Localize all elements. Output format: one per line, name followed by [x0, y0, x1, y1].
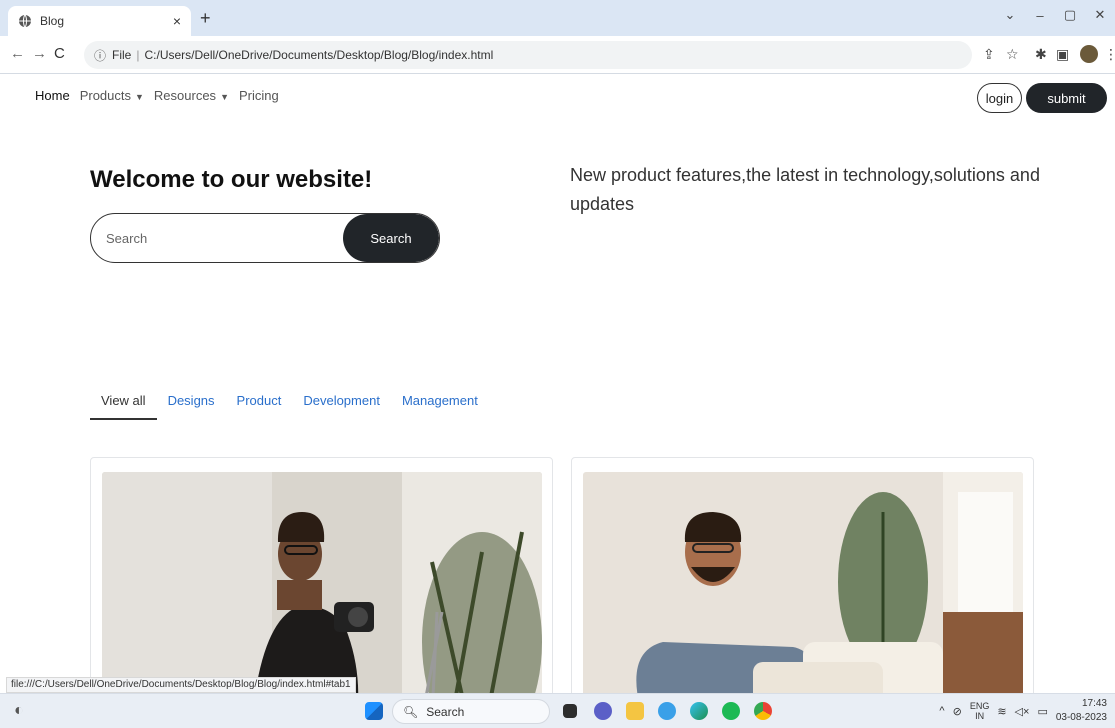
hero-title: Welcome to our website! [90, 166, 373, 193]
clock-date: 03-08-2023 [1055, 712, 1107, 723]
search-button[interactable]: Search [343, 214, 439, 262]
chrome-browser-icon[interactable] [754, 702, 772, 720]
clock[interactable]: 17:43 03-08-2023 [1056, 697, 1107, 725]
tab-view-all[interactable]: View all [90, 391, 157, 420]
chevron-up-icon[interactable]: ^ [939, 705, 944, 717]
taskbar-search[interactable]: 🔍︎ Search [392, 699, 550, 724]
blog-card[interactable] [571, 457, 1034, 693]
task-view-icon[interactable] [563, 704, 577, 718]
window-controls: ⌄ – ▢ ✕ [995, 0, 1115, 30]
lang-code: ENG [969, 701, 990, 711]
nav-products-dropdown[interactable]: Products ▼ [80, 88, 144, 103]
site-nav: Home Products ▼ Resources ▼ Pricing [35, 88, 279, 103]
edge-browser-icon[interactable] [690, 702, 708, 720]
lang-region: IN [975, 711, 985, 721]
hero-tagline: New product features,the latest in techn… [570, 165, 1040, 214]
file-explorer-icon[interactable] [626, 702, 644, 720]
bookmark-star-icon[interactable]: ☆ [1006, 46, 1019, 63]
caret-down-icon: ▼ [220, 92, 229, 102]
windows-taskbar: ◐ 🔍︎ Search ^ ⊘ ENG IN ≋ ◁× ▭ 17:43 03-0… [0, 693, 1115, 728]
globe-icon [19, 14, 31, 28]
share-icon[interactable]: ⇪ [983, 46, 995, 63]
address-separator: | [136, 48, 140, 62]
back-arrow-icon[interactable]: ← [10, 45, 25, 62]
close-window-button[interactable]: ✕ [1085, 7, 1115, 23]
info-icon[interactable]: ⓘ [94, 47, 106, 64]
system-tray: ^ ⊘ ENG IN ≋ ◁× ▭ 17:43 03-08-2023 [939, 697, 1107, 725]
nav-pricing-link[interactable]: Pricing [239, 88, 279, 103]
tab-development[interactable]: Development [292, 391, 391, 420]
caret-down-icon: ▼ [135, 92, 144, 102]
profile-avatar[interactable] [1080, 45, 1098, 63]
category-tabs: View all Designs Product Development Man… [90, 391, 489, 420]
address-prefix: File [112, 48, 132, 62]
submit-button[interactable]: submit [1026, 83, 1107, 113]
search-input[interactable] [91, 214, 343, 262]
wifi-icon[interactable]: ≋ [997, 705, 1006, 718]
network-status-icon[interactable]: ⊘ [953, 705, 962, 718]
tab-title: Blog [40, 14, 65, 28]
minimize-button[interactable]: – [1025, 8, 1055, 23]
hero-search-form: Search [90, 213, 440, 263]
forward-arrow-icon[interactable]: → [32, 45, 47, 62]
language-indicator[interactable]: ENG IN [970, 701, 990, 721]
card-photo-man-laptop [583, 472, 1023, 693]
login-button[interactable]: login [977, 83, 1022, 113]
taskbar-search-label: Search [426, 704, 465, 719]
nav-resources-label: Resources [153, 88, 217, 103]
clock-time: 17:43 [1081, 698, 1107, 709]
copilot-app-icon[interactable] [658, 702, 676, 720]
card-photo-woman-camera [102, 472, 542, 693]
address-bar[interactable]: ⓘ File | C:/Users/Dell/OneDrive/Document… [84, 41, 972, 69]
nav-products-label: Products [79, 88, 131, 103]
nav-home-link[interactable]: Home [35, 88, 70, 103]
browser-tab-strip: Blog × + ⌄ – ▢ ✕ [0, 0, 1115, 36]
tab-close-icon[interactable]: × [173, 13, 181, 29]
nav-resources-dropdown[interactable]: Resources ▼ [154, 88, 229, 103]
tab-management[interactable]: Management [391, 391, 489, 420]
maximize-button[interactable]: ▢ [1055, 7, 1085, 23]
reload-icon[interactable]: C [54, 45, 65, 62]
address-url: C:/Users/Dell/OneDrive/Documents/Desktop… [144, 48, 494, 62]
windows-start-icon[interactable] [365, 702, 383, 720]
search-icon: 🔍︎ [403, 704, 419, 719]
tab-designs[interactable]: Designs [157, 391, 226, 420]
spotify-icon[interactable] [722, 702, 740, 720]
widgets-icon[interactable]: ◐ [14, 702, 24, 720]
new-tab-button[interactable]: + [200, 8, 211, 29]
browser-status-url: file:///C:/Users/Dell/OneDrive/Documents… [6, 677, 356, 693]
browser-toolbar: ← → C ⓘ File | C:/Users/Dell/OneDrive/Do… [0, 36, 1115, 74]
sidebar-panel-icon[interactable]: ▣ [1056, 46, 1069, 63]
web-page: Home Products ▼ Resources ▼ Pricing login … [0, 75, 1115, 693]
menu-kebab-icon[interactable]: ⋮ [1104, 46, 1115, 63]
extensions-puzzle-icon[interactable]: ✱ [1035, 46, 1047, 63]
blog-card[interactable] [90, 457, 553, 693]
volume-muted-icon[interactable]: ◁× [1015, 705, 1030, 718]
teams-chat-icon[interactable] [594, 702, 612, 720]
tab-search-icon[interactable]: ⌄ [995, 7, 1025, 23]
tab-product[interactable]: Product [226, 391, 293, 420]
battery-icon[interactable]: ▭ [1037, 705, 1047, 718]
browser-tab[interactable]: Blog × [8, 6, 191, 36]
